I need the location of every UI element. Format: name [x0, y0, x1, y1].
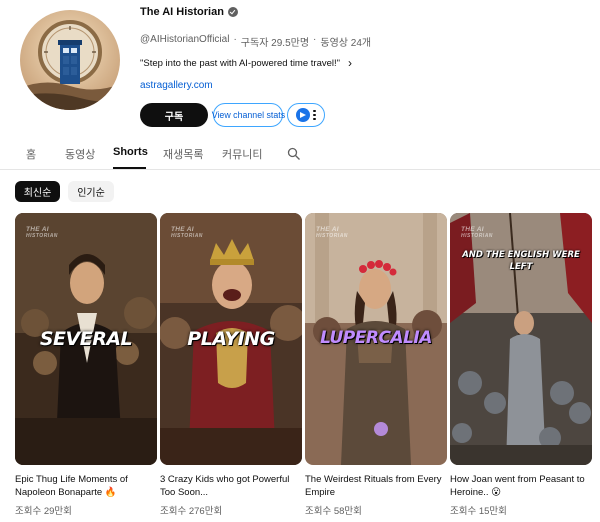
meta-separator: · [233, 34, 237, 45]
short-title[interactable]: Epic Thug Life Moments of Napoleon Bonap… [15, 473, 157, 499]
short-caption: PLAYING [187, 328, 275, 350]
view-channel-stats-button[interactable]: View channel stats [211, 103, 285, 127]
stats-label: View channel stats [211, 110, 285, 120]
short-thumbnail[interactable]: THE AI HISTORIAN PLAYING [160, 213, 302, 465]
tab-community[interactable]: 커뮤니티 [222, 146, 262, 162]
tab-playlists[interactable]: 재생목록 [163, 146, 203, 162]
channel-description[interactable]: "Step into the past with AI-powered time… [140, 56, 352, 70]
subscriber-count: 구독자 29.5만명 [240, 38, 310, 49]
chevron-right-icon[interactable]: › [348, 56, 352, 70]
channel-name: The AI Historian [140, 6, 224, 18]
watermark: THE AI HISTORIAN [26, 226, 58, 239]
extension-menu-button[interactable] [287, 103, 325, 127]
short-caption: AND THE ENGLISH WERE LEFT [462, 250, 580, 272]
subscribe-button[interactable]: 구독 [140, 103, 208, 127]
extension-icon [296, 108, 311, 122]
channel-link[interactable]: astragallery.com [140, 80, 213, 91]
verified-check-icon [227, 7, 238, 17]
watermark: THE AI HISTORIAN [461, 226, 493, 239]
short-views: 조회수 15만회 [450, 506, 507, 517]
watermark: THE AI HISTORIAN [316, 226, 348, 239]
short-title[interactable]: How Joan went from Peasant to Heroine.. … [450, 473, 592, 499]
description-text: "Step into the past with AI-powered time… [140, 57, 341, 69]
channel-avatar[interactable] [20, 10, 120, 110]
short-views: 조회수 58만회 [305, 506, 362, 517]
short-card[interactable]: THE AI HISTORIAN PLAYING 3 Crazy Kids who… [160, 213, 302, 517]
short-thumbnail[interactable]: THE AI HISTORIAN SEVERAL [15, 213, 157, 465]
tab-videos[interactable]: 동영상 [65, 146, 95, 162]
watermark: THE AI HISTORIAN [171, 226, 203, 239]
active-tab-indicator [113, 167, 146, 169]
short-card[interactable]: THE AI HISTORIAN AND THE ENGLISH WERE LEF… [450, 213, 592, 517]
short-thumbnail[interactable]: THE AI HISTORIAN AND THE ENGLISH WERE LEF… [450, 213, 592, 465]
meta-separator: · [313, 34, 317, 45]
more-vert-icon [313, 109, 316, 121]
short-caption: SEVERAL [39, 328, 133, 350]
sort-popular-chip[interactable]: 인기순 [68, 181, 114, 202]
channel-handle: @AIHistorianOfficial [140, 34, 230, 45]
tab-home[interactable]: 홈 [26, 146, 36, 162]
short-views: 조회수 276만회 [160, 506, 223, 517]
short-views: 조회수 29만회 [15, 506, 72, 517]
video-count: 동영상 24개 [320, 38, 372, 49]
short-title[interactable]: The Weirdest Rituals from Every Empire [305, 473, 447, 499]
short-card[interactable]: THE AI HISTORIAN SEVERAL Epic Thug Life M… [15, 213, 157, 517]
short-thumbnail[interactable]: THE AI HISTORIAN LUPERCALIA [305, 213, 447, 465]
channel-meta: @AIHistorianOfficial · 구독자 29.5만명 · 동영상 … [140, 34, 371, 49]
search-icon[interactable] [287, 147, 301, 161]
short-title[interactable]: 3 Crazy Kids who got Powerful Too Soon..… [160, 473, 302, 499]
channel-tabs: 홈 동영상 Shorts 재생목록 커뮤니티 [0, 138, 600, 170]
sort-latest-chip[interactable]: 최신순 [15, 181, 60, 202]
short-caption: LUPERCALIA [320, 328, 432, 348]
tab-shorts[interactable]: Shorts [113, 146, 148, 158]
short-card[interactable]: THE AI HISTORIAN LUPERCALIA The Weirdest … [305, 213, 447, 517]
